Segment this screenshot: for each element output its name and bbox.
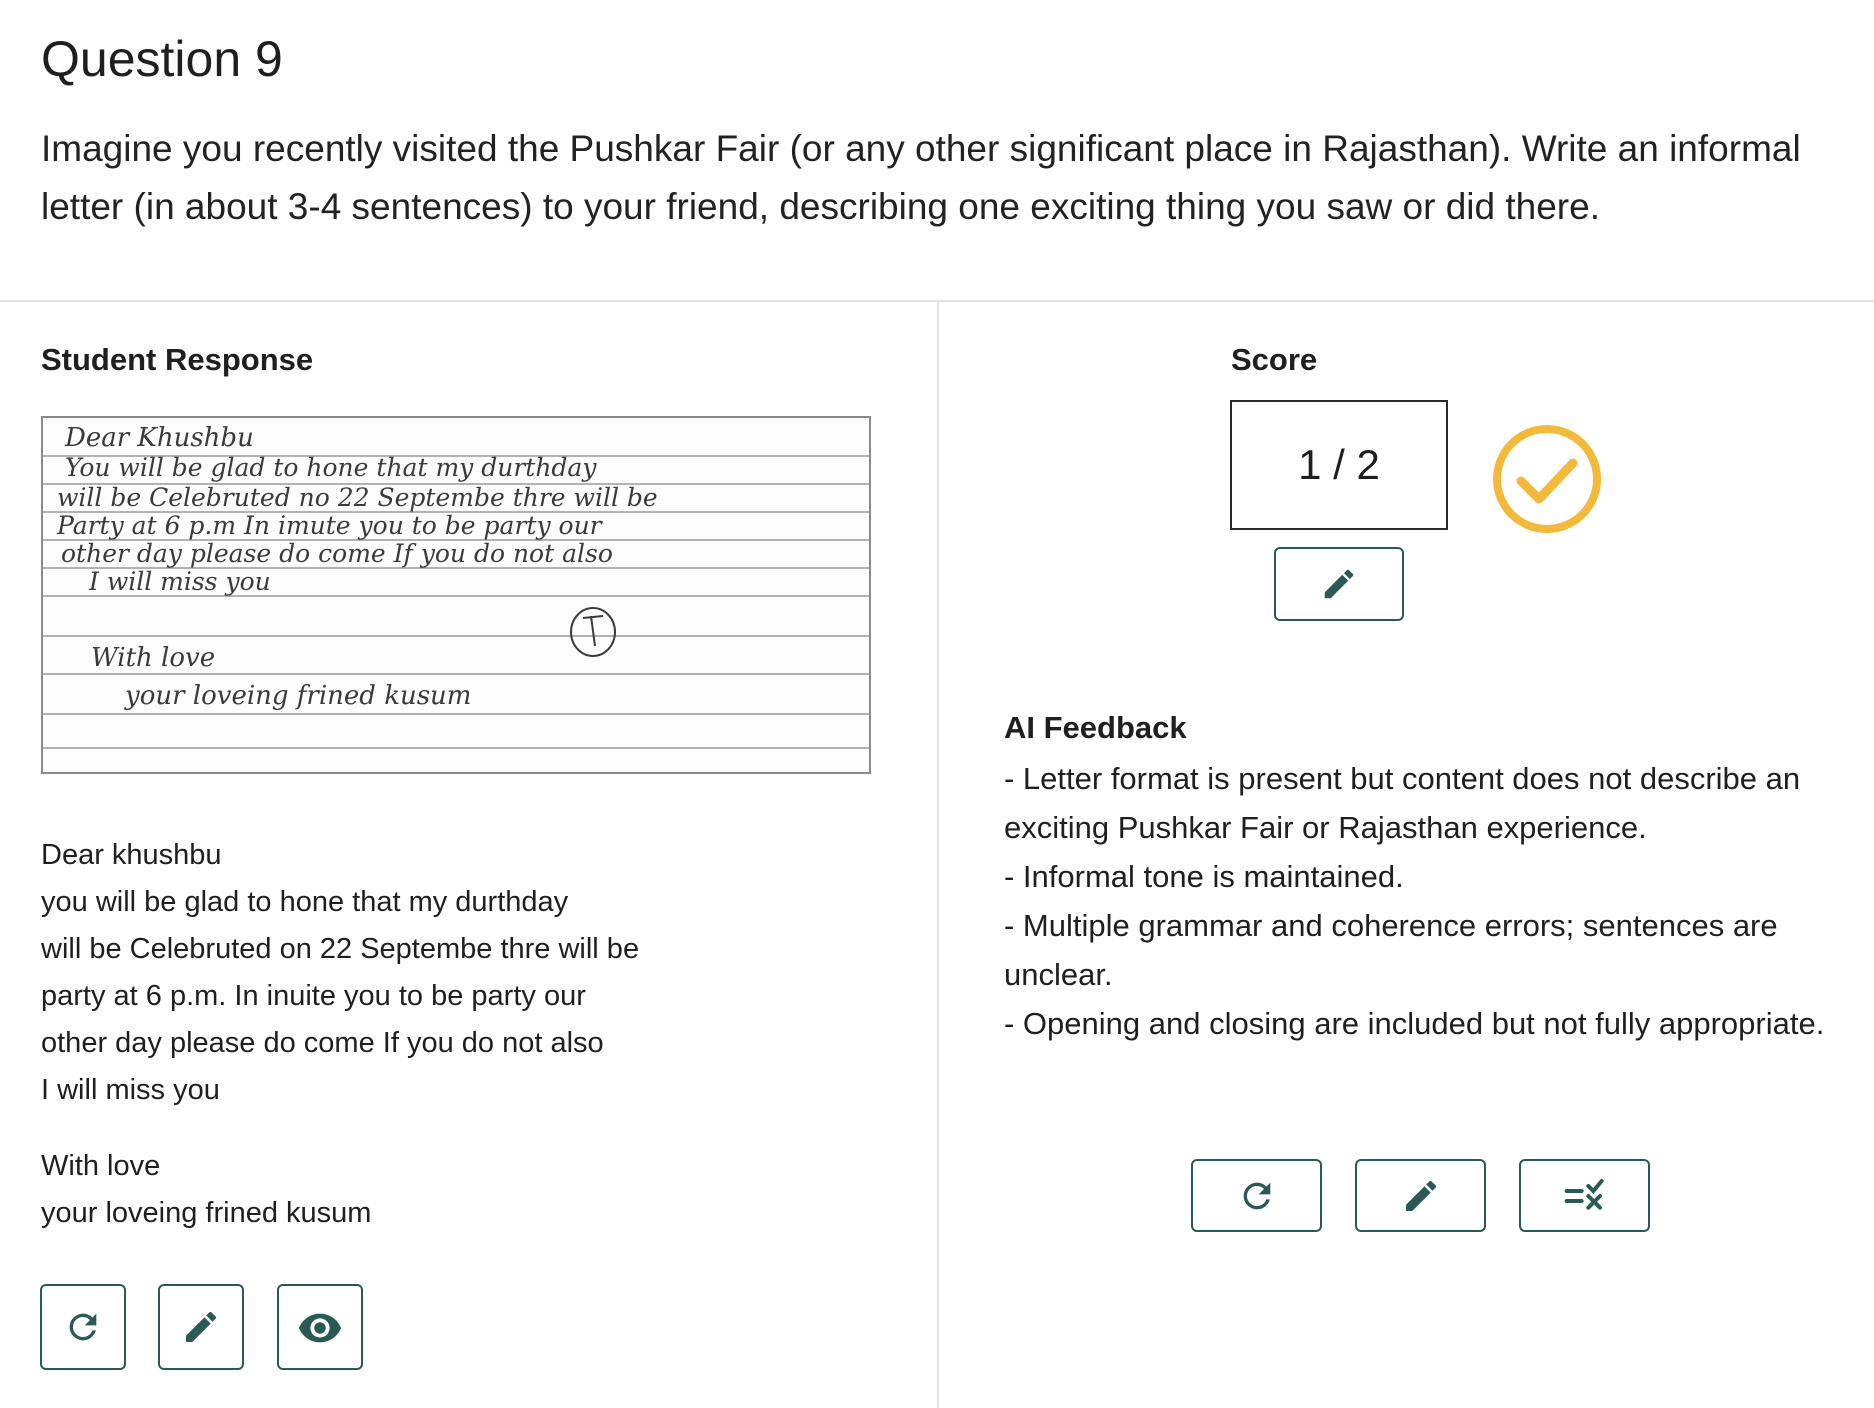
ai-feedback-text: - Letter format is present but content d…	[1004, 754, 1844, 1048]
handwritten-line: Party at 6 p.m In imute you to be party …	[56, 511, 604, 540]
refresh-icon	[1243, 1182, 1270, 1209]
question-text: Imagine you recently visited the Pushkar…	[41, 128, 1801, 227]
score-value-box: 1 / 2	[1230, 400, 1448, 530]
transcript-line: you will be glad to hone that my durthda…	[41, 886, 569, 918]
score-heading: Score	[1231, 342, 1318, 377]
feedback-line: - Opening and closing are included but n…	[1004, 1006, 1825, 1041]
regenerate-transcript-button[interactable]	[40, 1284, 126, 1370]
eye-icon	[298, 1313, 342, 1343]
rubric-check-button[interactable]	[1519, 1159, 1650, 1232]
student-response-transcript: Dear khushbu you will be glad to hone th…	[41, 832, 891, 1237]
view-response-button[interactable]	[277, 1284, 363, 1370]
regenerate-feedback-button[interactable]	[1191, 1159, 1322, 1232]
transcript-closing-line: With love	[41, 1150, 161, 1182]
handwritten-line: will be Celebruted no 22 Septembe thre w…	[57, 483, 658, 512]
ai-feedback-heading: AI Feedback	[1004, 710, 1187, 745]
transcript-line: I will miss you	[41, 1074, 220, 1106]
column-divider	[937, 302, 939, 1408]
score-value: 1 / 2	[1298, 441, 1380, 488]
transcript-closing-line: your loveing frined kusum	[41, 1197, 372, 1229]
handwritten-line: With love	[91, 643, 215, 673]
edit-score-button[interactable]	[1274, 547, 1404, 621]
handwritten-line: You will be glad to hone that my durthda…	[65, 453, 597, 482]
transcript-line: party at 6 p.m. In inuite you to be part…	[41, 980, 586, 1012]
list-check-icon	[1564, 1178, 1604, 1210]
handwritten-line: Dear Khushbu	[64, 423, 254, 453]
handwritten-line: your loveing frined kusum	[124, 681, 471, 711]
handwritten-letter-scan: Dear Khushbu You will be glad to hone th…	[43, 423, 869, 749]
edit-feedback-button[interactable]	[1355, 1159, 1486, 1232]
question-title: Question 9	[41, 31, 283, 87]
transcript-line: will be Celebruted on 22 Septembe thre w…	[41, 933, 640, 965]
pencil-icon	[186, 1311, 217, 1342]
transcript-line: other day please do come If you do not a…	[41, 1027, 604, 1059]
score-status-badge	[1491, 423, 1603, 540]
teacher-mark	[570, 607, 616, 657]
refresh-icon	[69, 1313, 97, 1341]
check-circle-icon	[1493, 425, 1601, 533]
handwritten-line: I will miss you	[88, 567, 271, 596]
feedback-line: - Informal tone is maintained.	[1004, 859, 1404, 894]
edit-transcript-button[interactable]	[158, 1284, 244, 1370]
feedback-line: - Multiple grammar and coherence errors;…	[1004, 908, 1778, 992]
student-response-heading: Student Response	[41, 342, 314, 377]
handwritten-letter-image: Dear Khushbu You will be glad to hone th…	[41, 416, 871, 774]
feedback-line: - Letter format is present but content d…	[1004, 761, 1801, 845]
handwritten-line: other day please do come If you do not a…	[61, 539, 613, 568]
transcript-line: Dear khushbu	[41, 839, 222, 871]
pencil-icon	[1324, 569, 1354, 599]
pencil-icon	[1405, 1180, 1436, 1211]
